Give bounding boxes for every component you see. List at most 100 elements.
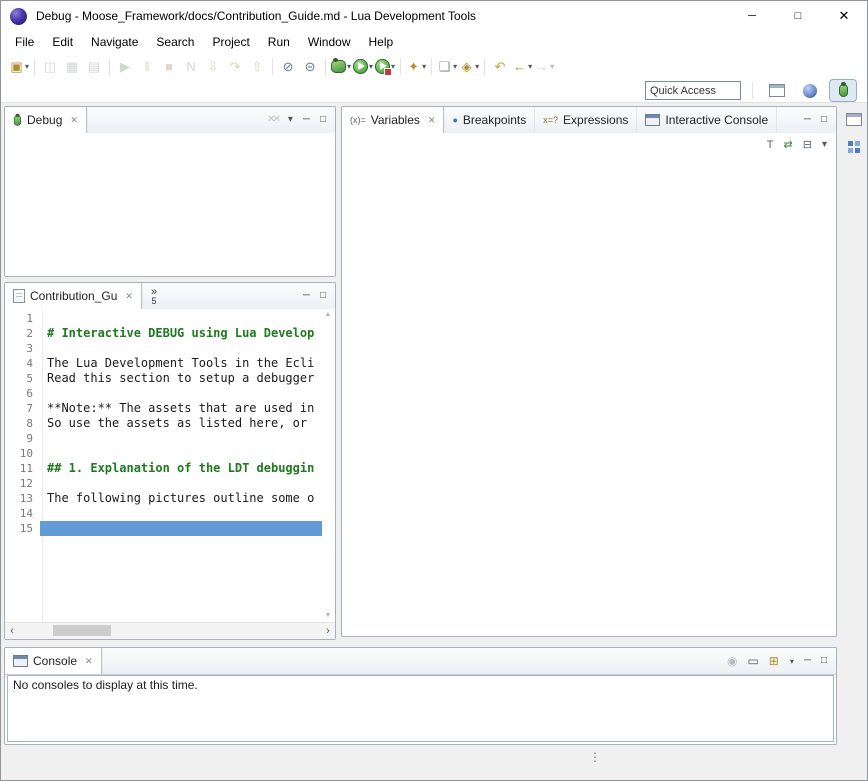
tab-debug[interactable]: Debug ✕ — [5, 107, 87, 133]
dropdown-caret[interactable]: ▾ — [475, 62, 479, 71]
minimize-view-icon[interactable]: ─ — [303, 115, 310, 125]
tab-variables[interactable]: (x)= Variables ✕ — [342, 107, 444, 133]
dropdown-caret[interactable]: ▾ — [422, 62, 426, 71]
search-button[interactable]: ✦▾ — [405, 55, 427, 77]
editor-lines: 12# Interactive DEBUG using Lua Develop3… — [5, 311, 322, 536]
menu-item-run[interactable]: Run — [259, 31, 299, 53]
menu-item-help[interactable]: Help — [360, 31, 403, 53]
scrollbar-thumb[interactable] — [53, 625, 111, 636]
close-tab-icon[interactable]: ✕ — [85, 656, 93, 667]
dropdown-caret[interactable]: ▾ — [550, 62, 554, 71]
scrollbar-track[interactable] — [19, 623, 321, 639]
editor-line[interactable]: 13The following pictures outline some o — [5, 491, 322, 506]
minimize-button[interactable]: ─ — [729, 1, 775, 31]
skip-breakpoints-button[interactable]: ⊘ — [277, 55, 299, 77]
new-wizard-button[interactable]: ▣▾ — [8, 55, 30, 77]
maximize-view-icon[interactable]: □ — [821, 115, 827, 125]
menu-item-file[interactable]: File — [6, 31, 43, 53]
editor-line[interactable]: 11## 1. Explanation of the LDT debuggin — [5, 461, 322, 476]
step-into-button: ⇩ — [202, 55, 224, 77]
console-output[interactable]: No consoles to display at this time. — [7, 675, 834, 742]
close-tab-icon[interactable]: ✕ — [70, 115, 78, 126]
run-button[interactable]: ▾ — [352, 55, 374, 77]
maximize-view-icon[interactable]: □ — [821, 656, 827, 666]
step-return-icon: ⇧ — [250, 60, 265, 73]
view-menu-icon[interactable]: ▾ — [822, 140, 827, 150]
editor-line[interactable]: 7**Note:** The assets that are used in — [5, 401, 322, 416]
minimize-view-icon[interactable]: ─ — [804, 115, 811, 125]
menu-item-edit[interactable]: Edit — [43, 31, 82, 53]
editor-line[interactable]: 3 — [5, 341, 322, 356]
ldt-perspective-button[interactable] — [797, 80, 823, 101]
editor-line[interactable]: 2# Interactive DEBUG using Lua Develop — [5, 326, 322, 341]
scroll-up-icon[interactable]: ▲ — [325, 311, 332, 318]
tab-contribution-guide[interactable]: Contribution_Gu ✕ — [5, 283, 142, 309]
display-console-icon[interactable]: ▭ — [747, 654, 758, 668]
menu-item-window[interactable]: Window — [299, 31, 360, 53]
editor-line[interactable]: 1 — [5, 311, 322, 326]
collapse-all-icon[interactable]: ⊟ — [803, 140, 812, 151]
dropdown-caret[interactable]: ▾ — [790, 657, 794, 666]
tab-interactive-console[interactable]: Interactive Console — [637, 107, 777, 133]
step-return-button: ⇧ — [246, 55, 268, 77]
dropdown-caret[interactable]: ▾ — [453, 62, 457, 71]
drag-handle[interactable]: ⋮ — [589, 751, 601, 763]
new-element-button[interactable]: ◈▾ — [458, 55, 480, 77]
minimized-view-stack-button[interactable] — [843, 136, 865, 158]
last-edit-location-button[interactable]: ↶ — [489, 55, 511, 77]
menu-item-project[interactable]: Project — [203, 31, 258, 53]
debug-perspective-button[interactable] — [830, 80, 856, 101]
editor-body[interactable]: 12# Interactive DEBUG using Lua Develop3… — [5, 309, 335, 622]
scroll-left-icon[interactable]: ‹ — [5, 626, 19, 637]
tab-expressions[interactable]: x=? Expressions — [535, 107, 637, 133]
editor-line[interactable]: 10 — [5, 446, 322, 461]
menu-bar: FileEditNavigateSearchProjectRunWindowHe… — [1, 31, 867, 53]
maximize-view-icon[interactable]: □ — [320, 291, 326, 301]
dropdown-caret[interactable]: ▾ — [347, 62, 351, 71]
external-tools-button[interactable]: ▾ — [374, 55, 396, 77]
open-console-icon[interactable]: ⊞ — [769, 654, 779, 668]
scroll-right-icon[interactable]: › — [321, 626, 335, 637]
editor-line[interactable]: 6 — [5, 386, 322, 401]
logical-structure-icon[interactable]: ⇄ — [784, 140, 793, 151]
view-menu-icon[interactable]: ▾ — [288, 115, 293, 125]
debug-view-body[interactable] — [5, 133, 335, 276]
debug-button[interactable]: ▾ — [330, 55, 352, 77]
editor-line[interactable]: 12 — [5, 476, 322, 491]
new-file-button[interactable]: ❏▾ — [436, 55, 458, 77]
scroll-down-icon[interactable]: ▼ — [325, 612, 332, 619]
close-tab-icon[interactable]: ✕ — [125, 291, 133, 302]
step-filters-button[interactable]: ⊝ — [299, 55, 321, 77]
line-number: 12 — [5, 477, 40, 490]
open-perspective-button[interactable] — [764, 80, 790, 101]
maximize-view-icon[interactable]: □ — [320, 115, 326, 125]
menu-item-navigate[interactable]: Navigate — [82, 31, 147, 53]
close-tab-icon[interactable]: ✕ — [428, 115, 436, 126]
tab-breakpoints[interactable]: ● Breakpoints — [444, 107, 535, 133]
dropdown-caret[interactable]: ▾ — [369, 62, 373, 71]
dropdown-caret[interactable]: ▾ — [25, 62, 29, 71]
editor-line[interactable]: 5Read this section to setup a debugger — [5, 371, 322, 386]
minimize-view-icon[interactable]: ─ — [804, 656, 811, 666]
editor-line[interactable]: 4The Lua Development Tools in the Ecli — [5, 356, 322, 371]
horizontal-scrollbar[interactable]: ‹ › — [5, 622, 335, 639]
editor-line[interactable]: 15 — [5, 521, 322, 536]
menu-item-search[interactable]: Search — [147, 31, 203, 53]
show-type-names-icon[interactable]: T — [767, 140, 774, 151]
minimize-view-icon[interactable]: ─ — [303, 291, 310, 301]
vertical-scrollbar[interactable]: ▲ ▼ — [322, 311, 334, 619]
editor-tab-overflow[interactable]: » 5 — [142, 283, 166, 309]
variables-tree[interactable] — [342, 183, 836, 636]
close-button[interactable]: ✕ — [821, 1, 867, 31]
editor-line[interactable]: 9 — [5, 431, 322, 446]
maximize-button[interactable]: □ — [775, 1, 821, 31]
quick-access-input[interactable] — [645, 81, 741, 100]
tab-console[interactable]: Console ✕ — [5, 648, 102, 674]
restore-minimized-view-button[interactable] — [843, 108, 865, 130]
dropdown-caret[interactable]: ▾ — [528, 62, 532, 71]
line-text: The following pictures outline some o — [40, 491, 322, 506]
line-number: 1 — [5, 312, 40, 325]
back-button[interactable]: ←▾ — [511, 55, 533, 77]
editor-line[interactable]: 14 — [5, 506, 322, 521]
editor-line[interactable]: 8So use the assets as listed here, or — [5, 416, 322, 431]
